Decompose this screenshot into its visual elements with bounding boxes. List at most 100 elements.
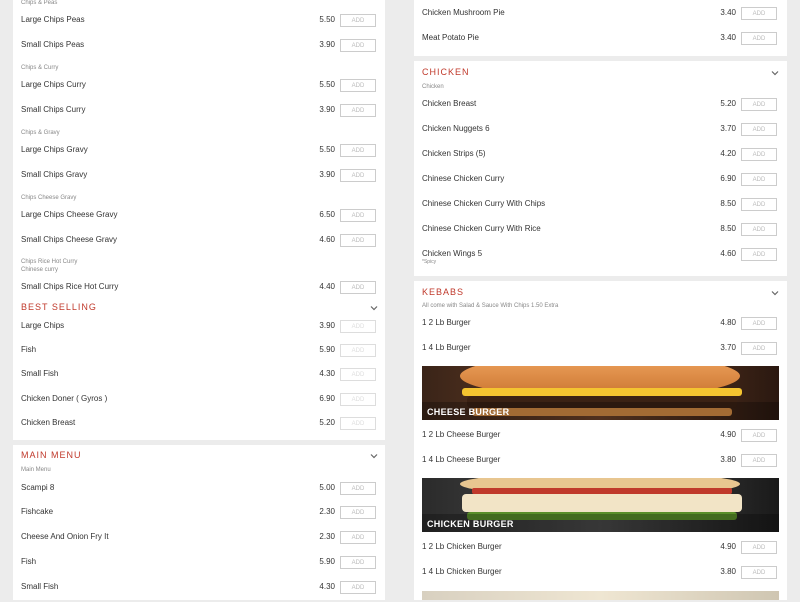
menu-item: Fishcake 2.30 ADD xyxy=(21,506,381,527)
add-button[interactable]: ADD xyxy=(340,79,376,92)
section-subtitle: Chicken xyxy=(422,84,444,90)
pies-panel: Chicken Mushroom Pie 3.40 ADD Meat Potat… xyxy=(414,0,787,56)
item-price: 5.20 xyxy=(720,99,736,108)
item-name: Large Chips Cheese Gravy xyxy=(21,210,118,219)
item-price: 2.30 xyxy=(319,507,335,516)
item-name: Small Chips Gravy xyxy=(21,170,88,179)
add-button[interactable]: ADD xyxy=(741,566,777,579)
add-button[interactable]: ADD xyxy=(741,32,777,45)
group-label: Chips & Peas xyxy=(21,0,58,6)
menu-item: Fish 5.90 ADD xyxy=(21,556,381,577)
menu-item: Large Chips Peas 5.50 ADD xyxy=(21,14,381,35)
menu-item: Chinese Chicken Curry With Rice 8.50 ADD xyxy=(422,223,782,244)
item-price: 3.90 xyxy=(319,170,335,179)
menu-item: Small Fish 4.30 ADD xyxy=(21,368,381,389)
section-title: BEST SELLING xyxy=(21,302,97,312)
menu-item: 1 2 Lb Chicken Burger 4.90 ADD xyxy=(422,541,782,562)
add-button[interactable]: ADD xyxy=(340,581,376,594)
menu-item: Scampi 8 5.00 ADD xyxy=(21,482,381,503)
item-name: Fish xyxy=(21,345,37,354)
section-title: CHICKEN xyxy=(422,67,470,77)
item-name: Large Chips Peas xyxy=(21,15,85,24)
add-button[interactable]: ADD xyxy=(340,104,376,117)
next-banner xyxy=(422,591,779,600)
item-name: 1 2 Lb Burger xyxy=(422,318,471,327)
add-button[interactable]: ADD xyxy=(340,393,376,406)
item-price: 3.40 xyxy=(720,33,736,42)
add-button[interactable]: ADD xyxy=(340,531,376,544)
add-button[interactable]: ADD xyxy=(741,541,777,554)
menu-item: Chicken Wings 5 *Spicy 4.60 ADD xyxy=(422,248,782,269)
item-name: Chinese Chicken Curry With Rice xyxy=(422,224,541,233)
item-price: 4.60 xyxy=(720,249,736,258)
add-button[interactable]: ADD xyxy=(340,344,376,357)
item-note: *Spicy xyxy=(422,259,437,265)
chevron-down-icon[interactable] xyxy=(369,303,379,313)
chicken-burger-banner: CHICKEN BURGER xyxy=(422,478,779,532)
menu-item: Meat Potato Pie 3.40 ADD xyxy=(422,32,782,53)
add-button[interactable]: ADD xyxy=(741,98,777,111)
item-name: 1 2 Lb Cheese Burger xyxy=(422,430,501,439)
add-button[interactable]: ADD xyxy=(340,281,376,294)
add-button[interactable]: ADD xyxy=(741,198,777,211)
item-name: Chinese Chicken Curry xyxy=(422,174,505,183)
item-price: 4.80 xyxy=(720,318,736,327)
item-name: Chicken Doner ( Gyros ) xyxy=(21,394,108,403)
add-button[interactable]: ADD xyxy=(741,454,777,467)
group-sublabel: Chinese curry xyxy=(21,267,59,273)
add-button[interactable]: ADD xyxy=(741,223,777,236)
add-button[interactable]: ADD xyxy=(340,39,376,52)
banner-label: CHICKEN BURGER xyxy=(427,519,514,529)
item-name: Small Fish xyxy=(21,369,59,378)
item-name: 1 4 Lb Burger xyxy=(422,343,471,352)
section-title: MAIN MENU xyxy=(21,450,82,460)
add-button[interactable]: ADD xyxy=(741,429,777,442)
item-price: 3.70 xyxy=(720,124,736,133)
item-price: 5.90 xyxy=(319,345,335,354)
add-button[interactable]: ADD xyxy=(741,148,777,161)
group-label: Chips & Curry xyxy=(21,65,59,71)
item-price: 3.90 xyxy=(319,321,335,330)
item-name: Meat Potato Pie xyxy=(422,33,479,42)
add-button[interactable]: ADD xyxy=(340,417,376,430)
menu-item: Small Chips Peas 3.90 ADD xyxy=(21,39,381,60)
add-button[interactable]: ADD xyxy=(340,14,376,27)
item-name: Chicken Breast xyxy=(422,99,477,108)
add-button[interactable]: ADD xyxy=(741,342,777,355)
chevron-down-icon[interactable] xyxy=(369,451,379,461)
item-name: 1 2 Lb Chicken Burger xyxy=(422,542,502,551)
add-button[interactable]: ADD xyxy=(340,556,376,569)
add-button[interactable]: ADD xyxy=(340,144,376,157)
add-button[interactable]: ADD xyxy=(741,317,777,330)
chevron-down-icon[interactable] xyxy=(770,68,780,78)
add-button[interactable]: ADD xyxy=(340,209,376,222)
cheese-burger-banner: CHEESE BURGER xyxy=(422,366,779,420)
item-name: 1 4 Lb Cheese Burger xyxy=(422,455,501,464)
add-button[interactable]: ADD xyxy=(340,506,376,519)
item-price: 3.90 xyxy=(319,40,335,49)
menu-item: Chicken Breast 5.20 ADD xyxy=(21,417,381,438)
menu-item: Chinese Chicken Curry With Chips 8.50 AD… xyxy=(422,198,782,219)
section-title: KEBABS xyxy=(422,287,465,297)
add-button[interactable]: ADD xyxy=(741,123,777,136)
add-button[interactable]: ADD xyxy=(741,173,777,186)
menu-item: 1 4 Lb Chicken Burger 3.80 ADD xyxy=(422,566,782,587)
item-name: Chicken Nuggets 6 xyxy=(422,124,490,133)
kebabs-panel: KEBABS All come with Salad & Sauce With … xyxy=(414,281,787,600)
item-price: 5.50 xyxy=(319,145,335,154)
add-button[interactable]: ADD xyxy=(340,482,376,495)
item-name: Small Chips Cheese Gravy xyxy=(21,235,118,244)
chevron-down-icon[interactable] xyxy=(770,288,780,298)
item-price: 5.50 xyxy=(319,80,335,89)
add-button[interactable]: ADD xyxy=(741,248,777,261)
add-button[interactable]: ADD xyxy=(340,169,376,182)
section-subtitle: All come with Salad & Sauce With Chips 1… xyxy=(422,303,559,309)
add-button[interactable]: ADD xyxy=(340,320,376,333)
menu-item: 1 4 Lb Cheese Burger 3.80 ADD xyxy=(422,454,782,475)
item-name: Small Chips Rice Hot Curry xyxy=(21,282,119,291)
add-button[interactable]: ADD xyxy=(741,7,777,20)
add-button[interactable]: ADD xyxy=(340,368,376,381)
add-button[interactable]: ADD xyxy=(340,234,376,247)
item-price: 2.30 xyxy=(319,532,335,541)
item-price: 3.40 xyxy=(720,8,736,17)
